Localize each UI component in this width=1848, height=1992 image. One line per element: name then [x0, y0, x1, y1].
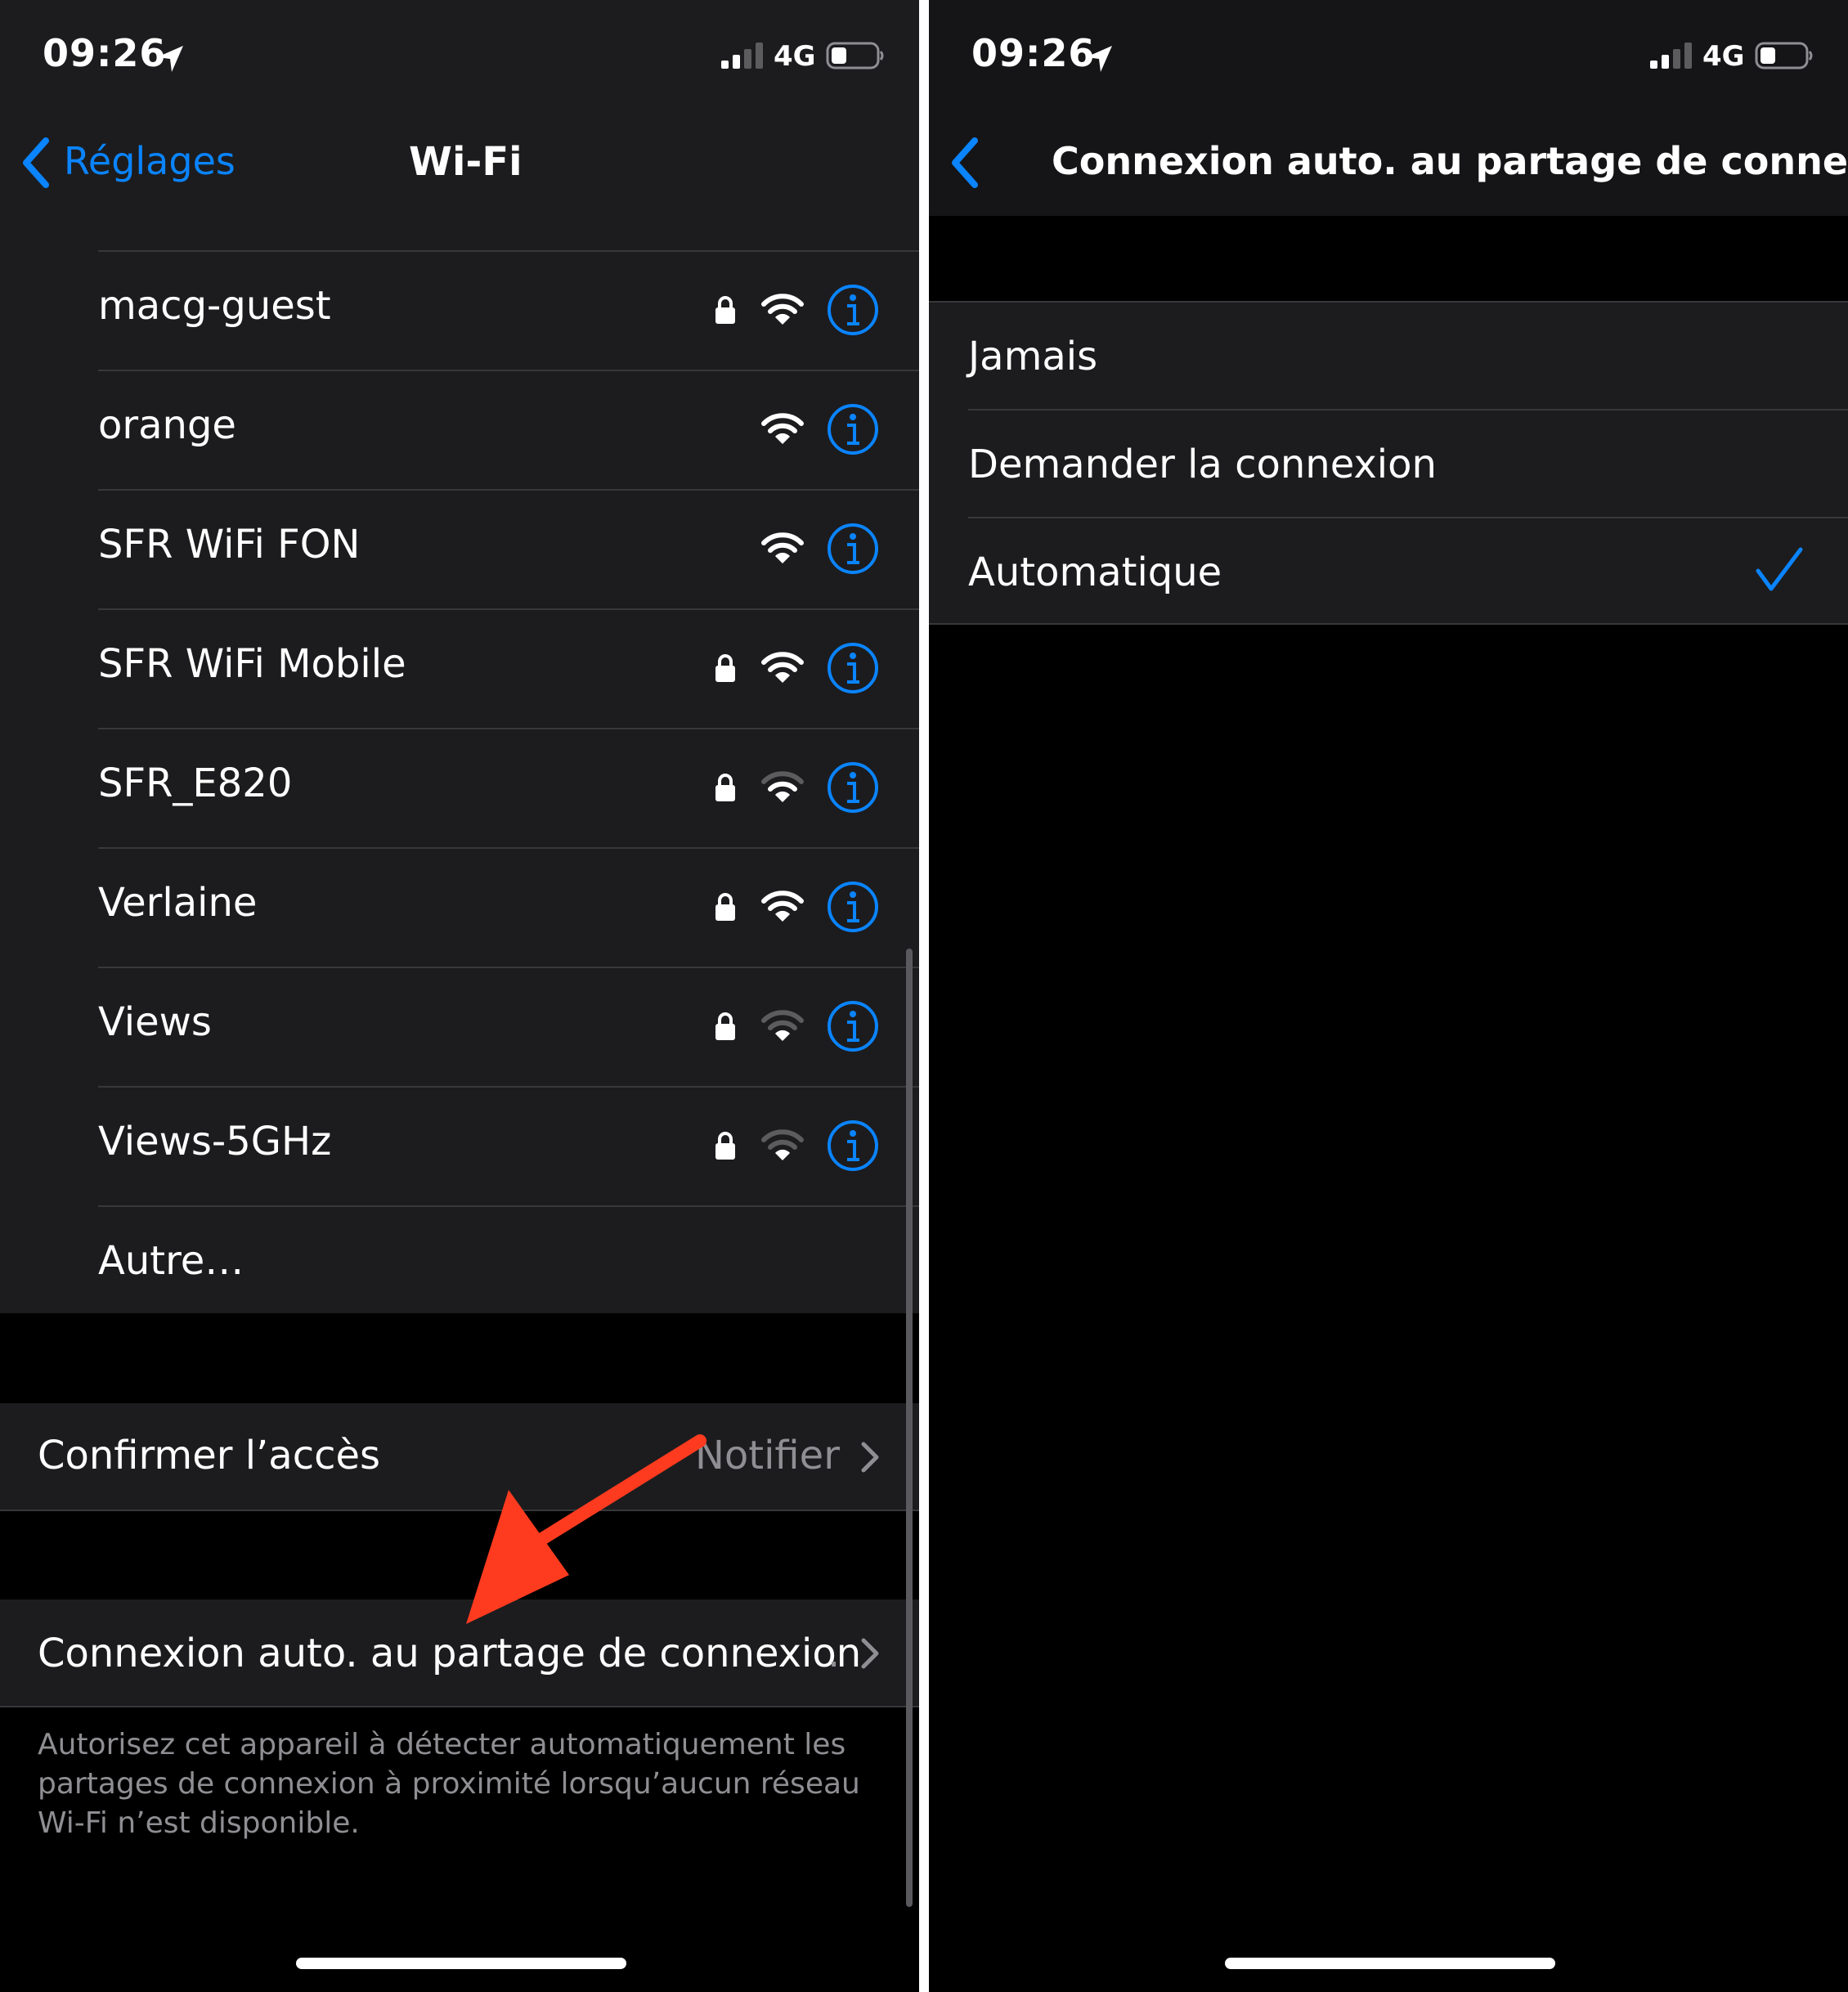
info-icon[interactable] — [826, 1119, 880, 1173]
network-name: SFR WiFi Mobile — [98, 641, 406, 687]
chevron-right-icon — [861, 1442, 879, 1473]
wifi-settings-screen: macg-guest orange SFR WiFi FON SFR WiFi Mob… — [0, 0, 919, 1992]
confirm-access-label: Confirmer l’accès — [38, 1433, 381, 1478]
network-name: Views-5GHz — [98, 1119, 332, 1164]
info-icon[interactable] — [826, 283, 880, 337]
option-label: Demander la connexion — [968, 442, 1437, 487]
option-row[interactable]: Jamais — [929, 303, 1848, 409]
auto-hotspot-footer: Autorisez cet appareil à détecter automa… — [38, 1728, 860, 1840]
home-indicator[interactable] — [1225, 1958, 1555, 1969]
network-name: Views — [98, 999, 212, 1045]
auto-hotspot-truncation: . — [828, 1631, 841, 1676]
network-row[interactable]: SFR_E820 — [0, 729, 919, 847]
separator — [929, 623, 1848, 625]
option-label: Automatique — [968, 550, 1222, 595]
network-type: 4G — [774, 40, 816, 73]
info-icon[interactable] — [826, 880, 880, 934]
info-icon[interactable] — [826, 760, 880, 814]
annotation-arrow-icon — [466, 1434, 706, 1624]
network-row[interactable]: Views-5GHz — [0, 1088, 919, 1205]
home-indicator[interactable] — [296, 1958, 626, 1969]
battery-icon — [826, 42, 884, 70]
wifi-icon — [761, 1010, 804, 1041]
lock-icon — [715, 893, 735, 921]
network-type: 4G — [1702, 40, 1745, 73]
chevron-left-icon[interactable] — [947, 136, 983, 190]
lock-icon — [715, 774, 735, 801]
network-row[interactable]: orange — [0, 371, 919, 489]
separator — [0, 1706, 919, 1707]
page-title: Wi-Fi — [409, 139, 523, 185]
scrollbar[interactable] — [906, 949, 913, 1907]
lock-icon — [715, 1012, 735, 1040]
status-time: 09:26 — [971, 31, 1096, 75]
network-name: orange — [98, 402, 236, 448]
network-name: Verlaine — [98, 880, 258, 926]
chevron-left-icon[interactable] — [18, 136, 54, 190]
wifi-icon — [761, 532, 804, 563]
wifi-icon — [761, 891, 804, 922]
cellular-signal-icon — [721, 43, 763, 69]
auto-hotspot-screen: 09:26 4G Connexion auto. au partage de c… — [929, 0, 1848, 1992]
network-row[interactable]: macg-guest — [0, 252, 919, 370]
option-label: Jamais — [968, 334, 1098, 379]
cellular-signal-icon — [1650, 43, 1692, 69]
other-network-label: Autre… — [98, 1238, 244, 1284]
network-name: SFR WiFi FON — [98, 522, 361, 568]
lock-icon — [715, 296, 735, 324]
option-row[interactable]: Automatique — [929, 518, 1848, 625]
status-bar: 09:26 4G — [929, 0, 1848, 106]
info-icon[interactable] — [826, 641, 880, 695]
battery-icon — [1755, 42, 1813, 70]
network-row[interactable]: SFR WiFi Mobile — [0, 610, 919, 728]
wifi-icon — [761, 1129, 804, 1160]
network-row[interactable]: Views — [0, 968, 919, 1086]
network-name: SFR_E820 — [98, 760, 293, 806]
info-icon[interactable] — [826, 999, 880, 1053]
lock-icon — [715, 654, 735, 682]
wifi-icon — [761, 413, 804, 444]
location-arrow-icon — [1086, 46, 1112, 72]
wifi-icon — [761, 652, 804, 683]
lock-icon — [715, 1132, 735, 1160]
location-arrow-icon — [157, 46, 183, 72]
info-icon[interactable] — [826, 522, 880, 576]
network-row[interactable]: SFR WiFi FON — [0, 491, 919, 608]
other-network-row[interactable]: Autre… — [0, 1207, 919, 1313]
back-button[interactable]: Réglages — [64, 139, 235, 183]
chevron-right-icon — [861, 1638, 879, 1669]
status-bar: 09:26 4G — [0, 0, 919, 106]
checkmark-icon — [1756, 547, 1803, 591]
network-row[interactable]: Verlaine — [0, 849, 919, 967]
info-icon[interactable] — [826, 402, 880, 456]
navigation-bar: Connexion auto. au partage de conne... — [929, 106, 1848, 216]
wifi-icon — [761, 771, 804, 802]
network-name: macg-guest — [98, 283, 331, 329]
option-row[interactable]: Demander la connexion — [929, 411, 1848, 517]
wifi-icon — [761, 294, 804, 325]
navigation-bar: Réglages Wi-Fi — [0, 106, 919, 216]
status-time: 09:26 — [43, 31, 167, 75]
page-title: Connexion auto. au partage de conne... — [1052, 139, 1848, 183]
